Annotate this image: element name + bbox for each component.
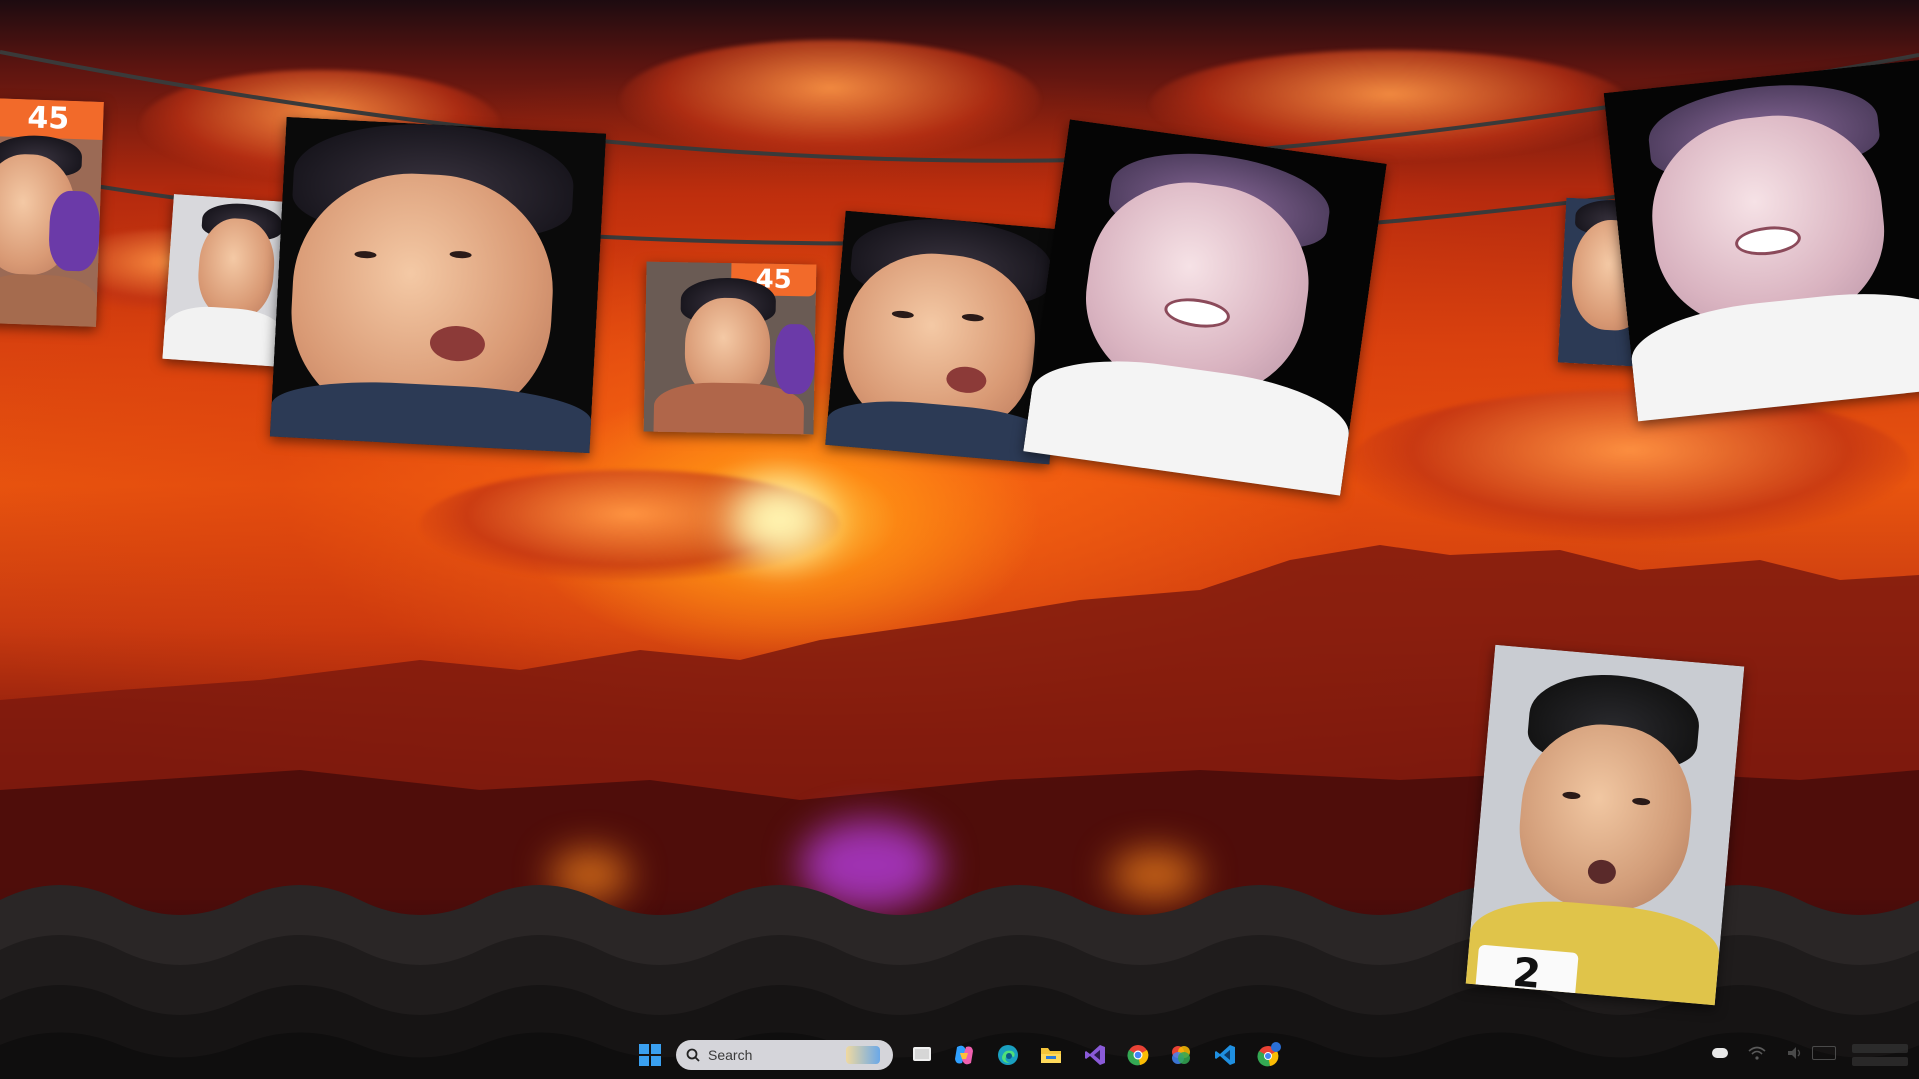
- search-highlight-icon: [846, 1046, 880, 1064]
- photo-card[interactable]: [269, 116, 607, 454]
- photo-card[interactable]: 45: [0, 98, 104, 327]
- photo-card[interactable]: [1603, 58, 1919, 422]
- wifi-icon[interactable]: [1748, 1045, 1766, 1061]
- edge-icon[interactable]: [992, 1039, 1024, 1071]
- clock[interactable]: [1852, 1041, 1908, 1069]
- color-app-icon[interactable]: [1165, 1039, 1197, 1071]
- vscode-icon[interactable]: [1209, 1039, 1241, 1071]
- search-icon: [686, 1048, 700, 1062]
- file-explorer-icon[interactable]: [1035, 1039, 1067, 1071]
- volume-icon[interactable]: [1786, 1045, 1804, 1061]
- search-box[interactable]: Search: [676, 1040, 893, 1070]
- photo-card[interactable]: 2: [1465, 644, 1745, 1006]
- copilot-icon[interactable]: [948, 1039, 980, 1071]
- windows-start-icon[interactable]: [634, 1039, 666, 1071]
- chrome-icon[interactable]: [1122, 1039, 1154, 1071]
- visual-studio-icon[interactable]: [1079, 1039, 1111, 1071]
- search-placeholder: Search: [708, 1047, 753, 1063]
- chrome-profile-icon[interactable]: [1253, 1039, 1285, 1071]
- photo-card[interactable]: 45: [643, 261, 817, 435]
- taskbar: Search: [0, 1031, 1919, 1079]
- task-view-icon[interactable]: [906, 1039, 938, 1071]
- badge-label: 45: [0, 98, 104, 140]
- onedrive-icon[interactable]: [1712, 1048, 1728, 1058]
- photo-card[interactable]: [1023, 119, 1387, 496]
- battery-icon[interactable]: [1812, 1046, 1836, 1060]
